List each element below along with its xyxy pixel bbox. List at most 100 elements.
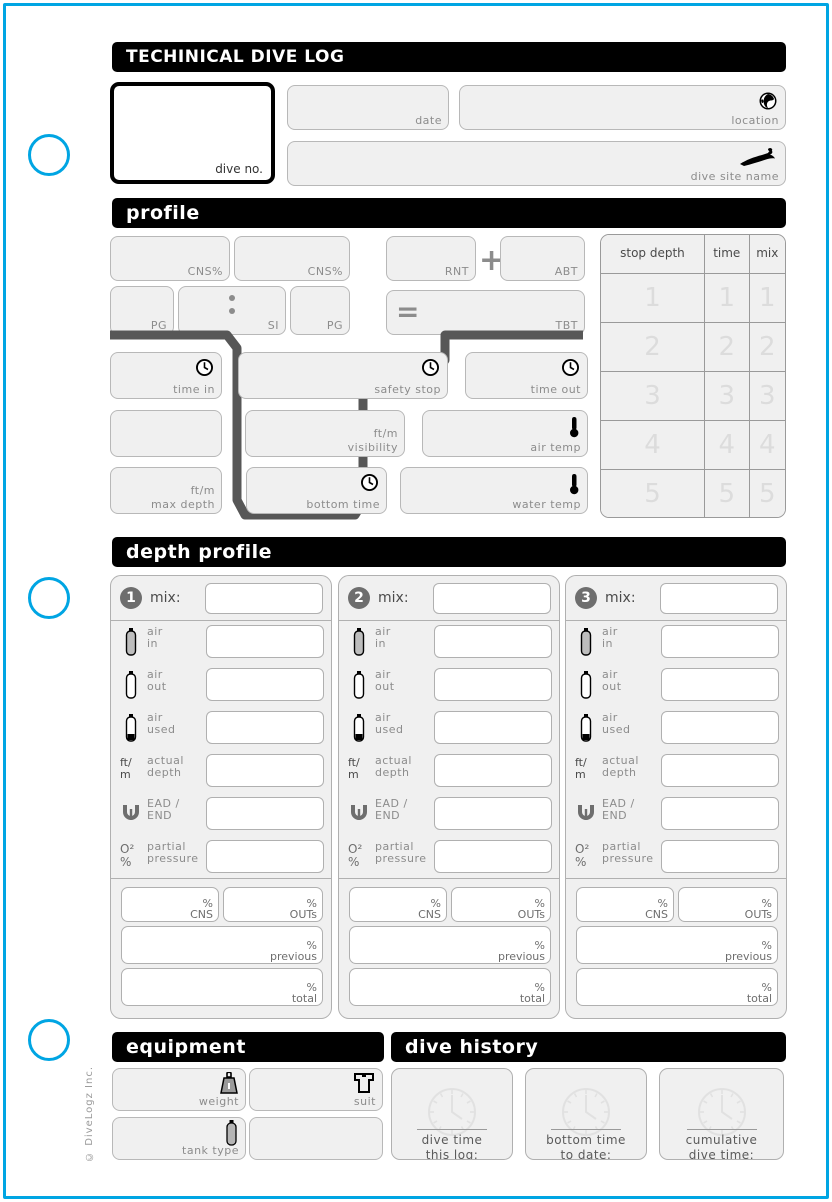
air-out-input[interactable] (434, 668, 552, 701)
total-field[interactable]: % total (576, 968, 778, 1006)
cell-mix-5[interactable]: 5 (748, 468, 785, 517)
si-field[interactable]: SI (178, 286, 286, 335)
table-row[interactable]: 4 4 4 (601, 419, 785, 470)
cumulative-dive-time-field[interactable]: cumulative dive time: (659, 1068, 784, 1160)
air-used-input[interactable] (434, 711, 552, 744)
time-in-field[interactable]: time in (110, 352, 222, 399)
bottom-time-field[interactable]: bottom time (246, 467, 387, 514)
panel-number: 3 (575, 587, 597, 609)
actual-depth-input[interactable] (206, 754, 324, 787)
previous-field[interactable]: % previous (349, 926, 551, 964)
air-out-input[interactable] (661, 668, 779, 701)
cns-field[interactable]: % CNS (121, 887, 219, 922)
water-temp-field[interactable]: water temp (400, 467, 588, 514)
air-in-input[interactable] (434, 625, 552, 658)
outs-field[interactable]: % OUTs (678, 887, 778, 922)
previous-field[interactable]: % previous (121, 926, 323, 964)
air-in-input[interactable] (661, 625, 779, 658)
cell-stop-depth-3[interactable]: 3 (601, 370, 705, 421)
cell-stop-depth-2[interactable]: 2 (601, 321, 705, 372)
rnt-field[interactable]: RNT (386, 236, 476, 281)
mix-label: mix: (378, 590, 409, 606)
air-out-input[interactable] (206, 668, 324, 701)
outs-field[interactable]: % OUTs (451, 887, 551, 922)
cell-mix-3[interactable]: 3 (748, 370, 785, 421)
cns-field[interactable]: % CNS (576, 887, 674, 922)
rnt-label: RNT (444, 265, 469, 278)
total-field[interactable]: % total (349, 968, 551, 1006)
cell-time-2[interactable]: 2 (703, 321, 750, 372)
table-row[interactable]: 5 5 5 (601, 468, 785, 517)
cell-time-5[interactable]: 5 (703, 468, 750, 517)
ead-end-input[interactable] (434, 797, 552, 830)
total-field[interactable]: % total (121, 968, 323, 1006)
tbt-field[interactable]: = TBT (386, 290, 585, 335)
stop-depth-table[interactable]: stop depth time mix 1 1 1 2 2 2 3 3 3 4 … (600, 234, 786, 518)
tank-type-field[interactable]: tank type (112, 1117, 246, 1160)
cns-field[interactable]: % CNS (349, 887, 447, 922)
cell-mix-4[interactable]: 4 (748, 419, 785, 470)
cell-time-3[interactable]: 3 (703, 370, 750, 421)
ead-end-input[interactable] (206, 797, 324, 830)
mix-input[interactable] (433, 583, 551, 614)
partial-pressure-input[interactable] (206, 840, 324, 873)
bottom-time-to-date-field[interactable]: bottom time to date: (525, 1068, 647, 1160)
pg-field-1[interactable]: PG (110, 286, 174, 335)
time-out-field[interactable]: time out (465, 352, 588, 399)
air-used-label: air used (375, 711, 404, 736)
max-depth-field[interactable]: ft/m max depth (110, 467, 222, 514)
air-in-input[interactable] (206, 625, 324, 658)
previous-field[interactable]: % previous (576, 926, 778, 964)
mix-input[interactable] (660, 583, 778, 614)
partial-pressure-label: partial pressure (375, 840, 427, 865)
blank-profile-field[interactable] (110, 410, 222, 457)
air-temp-field[interactable]: air temp (422, 410, 588, 457)
row-air-in: air in (339, 621, 559, 664)
air-used-input[interactable] (661, 711, 779, 744)
divider (686, 1129, 757, 1130)
tank-used-icon (576, 714, 596, 746)
ead-end-input[interactable] (661, 797, 779, 830)
dive-time-this-log-field[interactable]: dive time this log: (391, 1068, 513, 1160)
cns-percent-field-2[interactable]: CNS% (234, 236, 350, 281)
depth-profile-panel-3: 3 mix: air in air out air used ft/ m act… (565, 575, 787, 1019)
cns-percent-field-1[interactable]: CNS% (110, 236, 230, 281)
partial-pressure-input[interactable] (434, 840, 552, 873)
weight-field[interactable]: weight (112, 1068, 246, 1111)
partial-pressure-input[interactable] (661, 840, 779, 873)
visibility-field[interactable]: ft/m visibility (245, 410, 405, 457)
mix-input[interactable] (205, 583, 323, 614)
cell-stop-depth-5[interactable]: 5 (601, 468, 705, 517)
cell-time-1[interactable]: 1 (703, 272, 750, 323)
dive-no-field[interactable]: dive no. (110, 82, 275, 184)
pg-field-2[interactable]: PG (290, 286, 350, 335)
actual-depth-input[interactable] (434, 754, 552, 787)
outs-field[interactable]: % OUTs (223, 887, 323, 922)
row-partial-pressure: O² % partial pressure (111, 836, 331, 879)
cell-stop-depth-1[interactable]: 1 (601, 272, 705, 323)
location-field[interactable]: location (459, 85, 786, 130)
col-mix: mix (748, 235, 785, 274)
abt-field[interactable]: ABT (500, 236, 585, 281)
cell-stop-depth-4[interactable]: 4 (601, 419, 705, 470)
air-in-label: air in (147, 625, 163, 650)
date-field[interactable]: date (287, 85, 449, 130)
cns-label: % CNS (645, 897, 668, 921)
cell-mix-1[interactable]: 1 (748, 272, 785, 323)
equipment-blank-field[interactable] (249, 1117, 383, 1160)
suit-field[interactable]: suit (249, 1068, 383, 1111)
mix-header: 3 mix: (566, 576, 786, 621)
dive-site-name-field[interactable]: dive site name (287, 141, 786, 186)
table-row[interactable]: 1 1 1 (601, 272, 785, 323)
actual-depth-input[interactable] (661, 754, 779, 787)
table-row[interactable]: 2 2 2 (601, 321, 785, 372)
clock-icon (360, 473, 379, 495)
date-label: date (415, 114, 442, 127)
safety-stop-field[interactable]: safety stop (238, 352, 448, 399)
o2-percent-unit: O² % (348, 842, 363, 869)
table-row[interactable]: 3 3 3 (601, 370, 785, 421)
cell-mix-2[interactable]: 2 (748, 321, 785, 372)
time-in-label: time in (173, 383, 215, 396)
cell-time-4[interactable]: 4 (703, 419, 750, 470)
air-used-input[interactable] (206, 711, 324, 744)
